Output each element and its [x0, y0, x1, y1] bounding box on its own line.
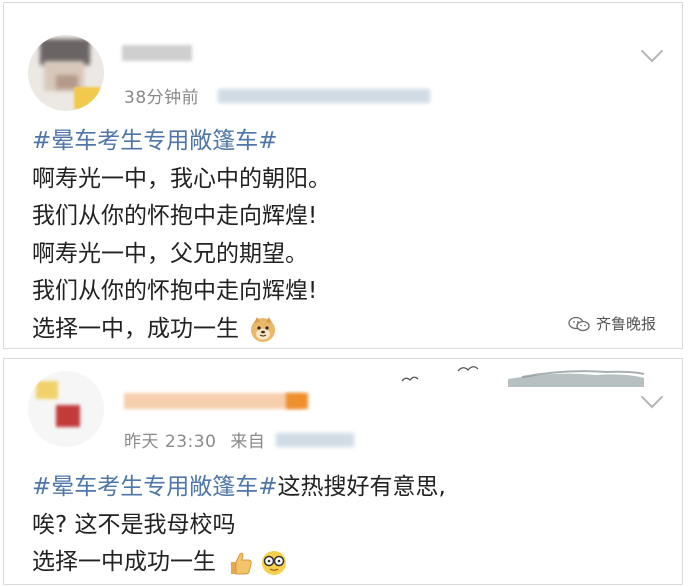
post-body: #晕车考生专用敞篷车# 这热搜好有意思, 唉? 这不是我母校吗 选择一中成功一生 [32, 469, 446, 582]
timestamp: 38分钟前 [124, 88, 200, 108]
watermark: 齐鲁晚报 [568, 313, 656, 334]
doge-emoji-icon [249, 315, 277, 343]
post-time: 38分钟前 [124, 83, 199, 108]
post-card-2: 昨天 23:30 来自 #晕车考生专用敞篷车# 这热搜好有意思, 唉? 这不是我母… [3, 358, 683, 585]
post-line: 选择一中成功一生 [32, 549, 216, 575]
thumbs-up-icon [226, 549, 254, 577]
source-blurred[interactable] [276, 433, 354, 447]
post-meta: 昨天 23:30 来自 [124, 427, 265, 452]
source-prefix: 来自 [230, 432, 266, 452]
username-blurred[interactable] [122, 45, 192, 61]
timestamp: 昨天 23:30 [124, 432, 217, 452]
user-badge-blurred [286, 393, 308, 409]
post-line: 我们从你的怀抱中走向辉煌! [32, 278, 318, 304]
avatar[interactable] [28, 371, 104, 447]
source-blurred[interactable] [218, 89, 430, 103]
ink-landscape-decoration [401, 366, 645, 387]
post-line: 我们从你的怀抱中走向辉煌! [32, 203, 318, 229]
watermark-text: 齐鲁晚报 [595, 315, 656, 333]
post-line: 这热搜好有意思, [277, 474, 446, 500]
post-line: 唉? 这不是我母校吗 [32, 511, 236, 538]
glasses-face-icon [260, 549, 288, 577]
avatar[interactable] [28, 35, 104, 111]
hashtag-link[interactable]: #晕车考生专用敞篷车# [32, 469, 278, 507]
wechat-icon [568, 316, 590, 331]
post-card-1: 38分钟前 #晕车考生专用敞篷车# 啊寿光一中，我心中的朝阳。 我们从你的怀抱中… [3, 2, 683, 349]
chevron-down-icon[interactable] [640, 39, 664, 63]
post-line: 选择一中，成功一生 [32, 315, 239, 342]
post-line: 啊寿光一中，我心中的朝阳。 [32, 165, 331, 192]
username-blurred[interactable] [124, 393, 302, 409]
post-body: #晕车考生专用敞篷车# 啊寿光一中，我心中的朝阳。 我们从你的怀抱中走向辉煌! … [32, 123, 331, 348]
hashtag-link[interactable]: #晕车考生专用敞篷车# [32, 123, 278, 161]
post-line: 啊寿光一中，父兄的期望。 [32, 240, 308, 267]
